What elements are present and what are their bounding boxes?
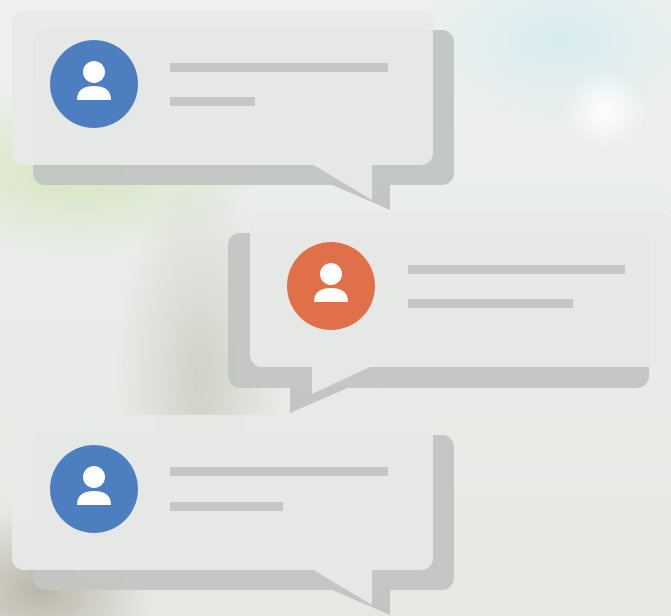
message-line-placeholder — [408, 299, 573, 308]
message-line-placeholder — [408, 265, 625, 274]
avatar — [287, 242, 375, 330]
message-line-placeholder — [170, 502, 283, 511]
message-line-placeholder — [170, 467, 388, 476]
user-icon — [50, 40, 138, 128]
message-line-placeholder — [170, 97, 255, 106]
bubble-tail — [312, 366, 372, 394]
avatar — [50, 445, 138, 533]
message-line-placeholder — [170, 63, 388, 72]
user-icon — [50, 445, 138, 533]
bubble-tail — [312, 569, 372, 605]
bubble-tail — [312, 164, 372, 200]
avatar — [50, 40, 138, 128]
user-icon — [287, 242, 375, 330]
